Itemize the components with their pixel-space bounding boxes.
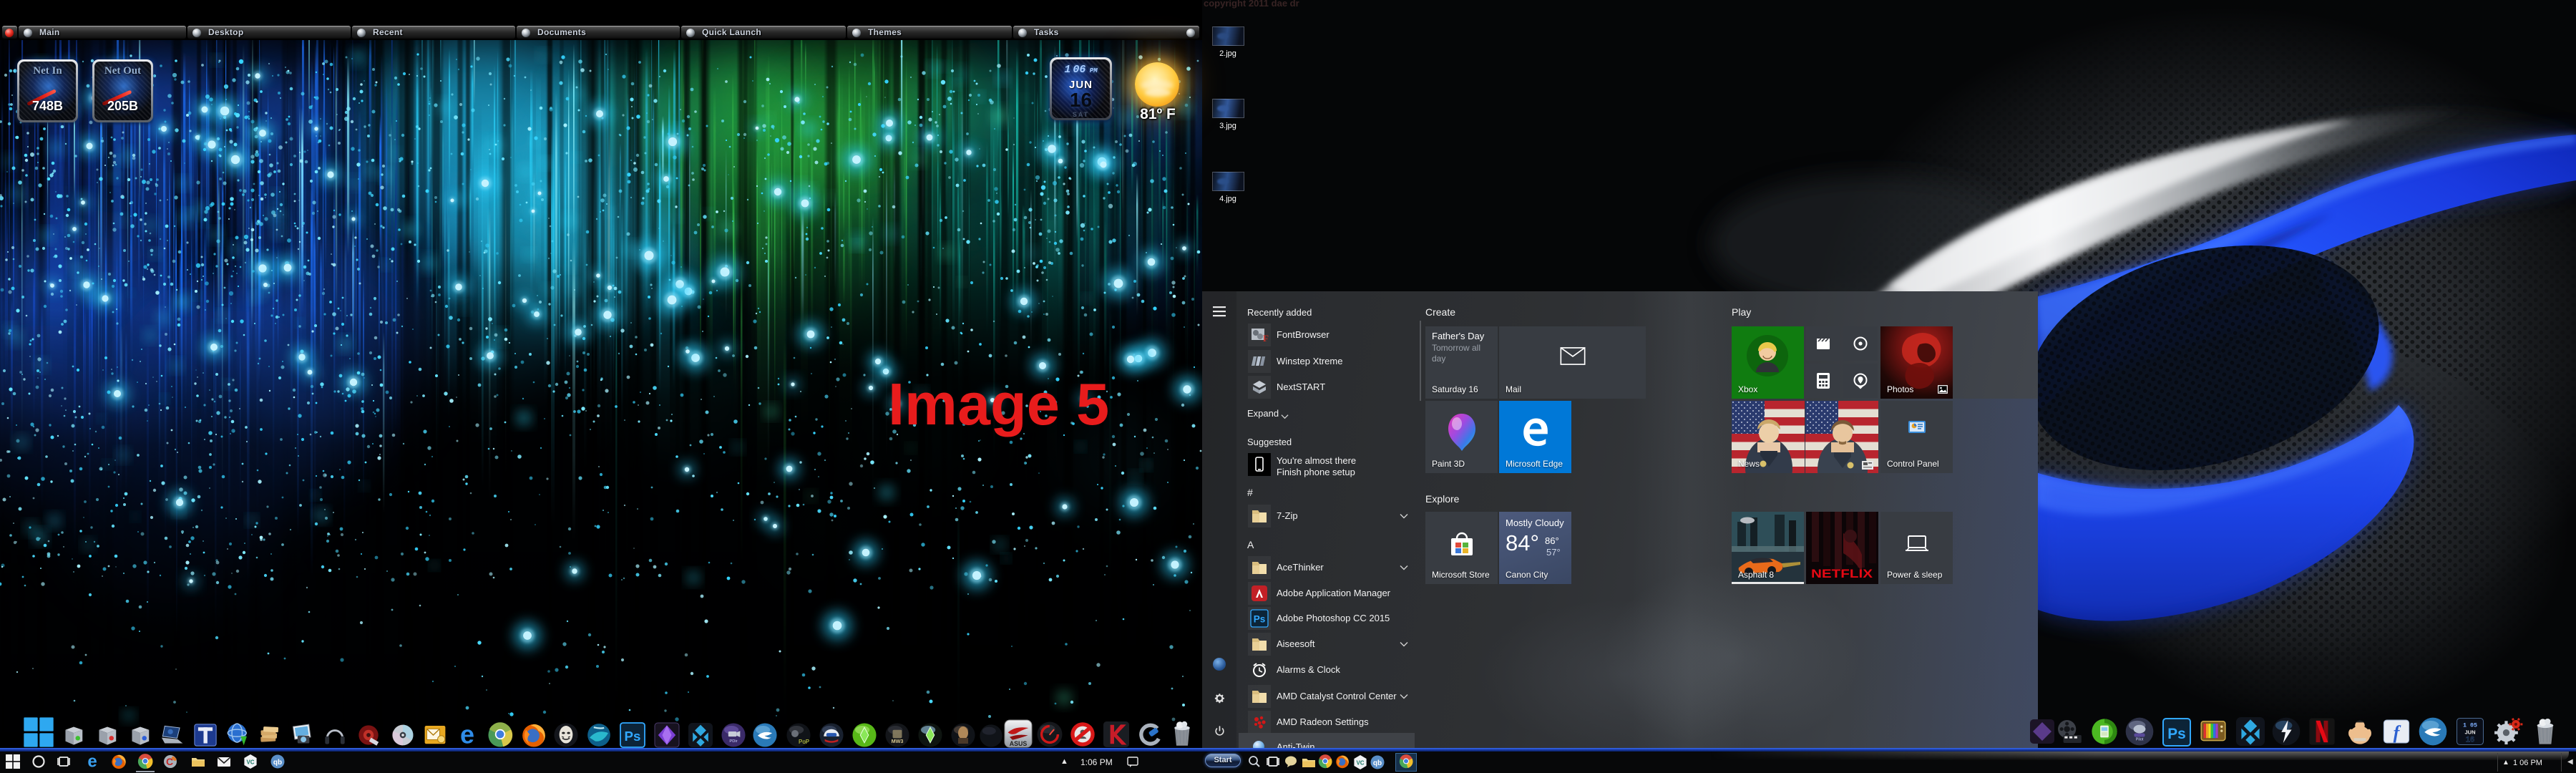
svg-text:Ps: Ps [1254,614,1266,625]
svg-text:16: 16 [2466,735,2474,744]
svg-text:Ps: Ps [625,729,641,744]
svg-text:JUN: JUN [2464,729,2475,735]
svg-text:qb: qb [273,759,282,767]
svg-text:ASUS: ASUS [1010,740,1028,747]
svg-text:VC: VC [1356,760,1364,767]
svg-text:NETFLIX: NETFLIX [1811,567,1873,580]
svg-text:qb: qb [1373,759,1382,767]
svg-text:e: e [460,722,474,748]
svg-text:MW3: MW3 [892,738,904,744]
svg-text:F: F [1263,333,1269,344]
svg-text:Pilot: Pilot [2136,738,2144,742]
svg-text:Ps: Ps [2167,726,2185,742]
svg-text:PDir: PDir [729,739,737,744]
svg-text:VC: VC [246,759,254,766]
svg-text:1 05: 1 05 [2463,721,2477,729]
svg-text:PoP: PoP [799,739,809,745]
svg-text:e: e [87,753,97,770]
